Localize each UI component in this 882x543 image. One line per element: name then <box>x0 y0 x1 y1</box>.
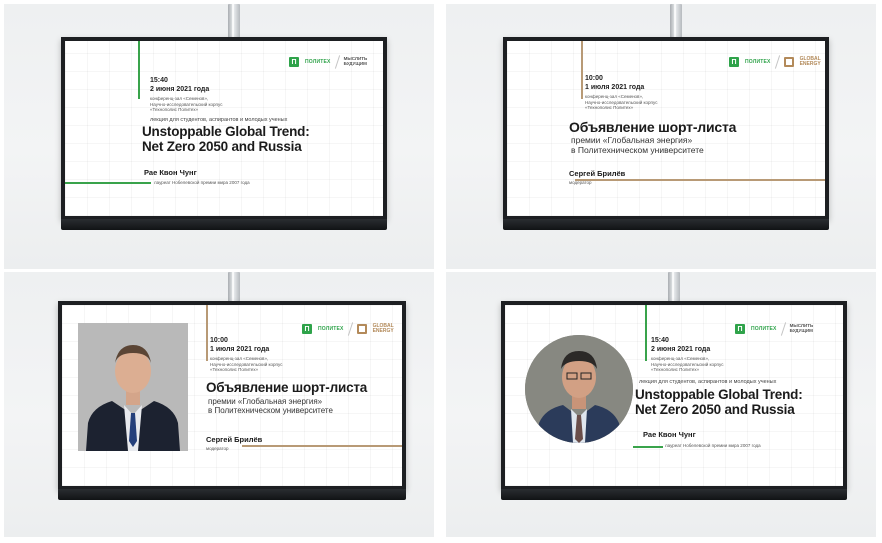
event-time: 10:00 <box>210 337 228 344</box>
title-line: Unstoppable Global Trend: <box>635 387 803 402</box>
speaker-name: Рае Квон Чунг <box>643 430 696 439</box>
event-time: 15:40 <box>651 337 669 344</box>
speaker-role: лауреат Нобелевской премии мира 2007 год… <box>154 180 250 185</box>
speaker-underline <box>575 179 825 181</box>
mount-pole <box>228 272 240 304</box>
event-date: 1 июля 2021 года <box>210 346 270 353</box>
event-time: 15:40 <box>150 77 168 84</box>
speaker-portrait-illustration <box>78 323 188 451</box>
politeh-logo-text: ПОЛИТЕХ <box>745 58 771 65</box>
screen-bottom-bezel <box>503 219 829 230</box>
event-venue: конференц-зал «Семенов», Научно-исследов… <box>651 356 723 373</box>
politeh-logo-text: ПОЛИТЕХ <box>305 58 331 65</box>
speaker-role: лауреат Нобелевской премии мира 2007 год… <box>665 443 761 448</box>
logo-bar: П ПОЛИТЕХ GLOBAL ENERGY <box>729 55 822 69</box>
politeh-logo-text: ПОЛИТЕХ <box>751 325 777 332</box>
accent-line <box>645 305 647 361</box>
politeh-logo-icon: П <box>729 57 739 67</box>
mockup-lecture-screen: П ПОЛИТЕХ МЫСЛИТЬ БУДУЩИМ 15:40 2 июня 2… <box>4 4 434 269</box>
display-screen: П ПОЛИТЕХ МЫСЛИТЬ БУДУЩИМ 15:40 2 июня 2… <box>501 301 847 489</box>
lecture-audience: лекция для студентов, аспирантов и молод… <box>150 117 288 123</box>
subtitle-line: в Политехническом университете <box>208 406 333 416</box>
speaker-name: Сергей Брилёв <box>569 169 626 178</box>
event-date: 2 июня 2021 года <box>150 86 210 93</box>
subtitle-line: премии «Глобальная энергия» <box>208 397 323 406</box>
display-screen: П ПОЛИТЕХ GLOBAL ENERGY 10:00 1 июля 202… <box>58 301 406 489</box>
speaker-photo <box>525 335 633 443</box>
event-time: 10:00 <box>585 75 603 82</box>
accent-line <box>138 41 140 99</box>
logo-divider <box>334 55 340 69</box>
subtitle-line: в Политехническом университете <box>571 144 704 155</box>
event-date: 1 июля 2021 года <box>585 84 645 91</box>
accent-line <box>581 41 583 99</box>
event-date: 2 июня 2021 года <box>651 346 711 353</box>
politeh-logo-text: ПОЛИТЕХ <box>318 325 344 332</box>
logo-bar: П ПОЛИТЕХ МЫСЛИТЬ БУДУЩИМ <box>289 55 378 69</box>
politeh-logo-icon: П <box>289 57 299 67</box>
logo-bar: П ПОЛИТЕХ GLOBAL ENERGY <box>302 322 395 336</box>
venue-line: «Технополис Политех» <box>651 367 700 373</box>
event-subtitle: премии «Глобальная энергия» в Политехнич… <box>208 397 333 415</box>
title-line: Unstoppable Global Trend: <box>142 124 310 139</box>
venue-line: «Технополис Политех» <box>210 367 259 373</box>
speaker-photo <box>78 323 188 451</box>
title-line: Net Zero 2050 and Russia <box>635 401 795 417</box>
speaker-underline <box>65 182 151 184</box>
event-venue: конференц-зал «Семенов», Научно-исследов… <box>210 356 282 373</box>
event-subtitle: премии «Глобальная энергия» в Политехнич… <box>571 135 704 156</box>
display-screen: П ПОЛИТЕХ МЫСЛИТЬ БУДУЩИМ 15:40 2 июня 2… <box>61 37 387 219</box>
mockup-lecture-photo-screen: П ПОЛИТЕХ МЫСЛИТЬ БУДУЩИМ 15:40 2 июня 2… <box>446 272 876 537</box>
lecture-audience: лекция для студентов, аспирантов и молод… <box>639 379 777 385</box>
speaker-name: Рае Квон Чунг <box>144 168 197 177</box>
display-screen: П ПОЛИТЕХ GLOBAL ENERGY 10:00 1 июля 202… <box>503 37 829 219</box>
mockup-shortlist-photo-screen: П ПОЛИТЕХ GLOBAL ENERGY 10:00 1 июля 202… <box>4 272 434 537</box>
lecture-title: Unstoppable Global Trend: Net Zero 2050 … <box>635 387 803 418</box>
logo-divider <box>347 322 353 336</box>
speaker-name: Сергей Брилёв <box>206 435 263 444</box>
venue-line: «Технополис Политех» <box>150 107 199 113</box>
mount-pole <box>670 4 682 38</box>
logo-divider <box>774 55 780 69</box>
logo-bar: П ПОЛИТЕХ МЫСЛИТЬ БУДУЩИМ <box>735 322 824 336</box>
politeh-logo-icon: П <box>735 324 745 334</box>
screen-bottom-bezel <box>501 489 847 500</box>
event-title: Объявление шорт-листа <box>206 380 368 395</box>
venue-line: «Технополис Политех» <box>585 105 634 111</box>
mount-pole <box>668 272 680 304</box>
logo-divider <box>780 322 786 336</box>
mysly-logo-text: МЫСЛИТЬ БУДУЩИМ <box>789 323 814 333</box>
speaker-role: модератор <box>569 180 592 185</box>
speaker-underline <box>242 445 402 447</box>
politeh-logo-icon: П <box>302 324 312 334</box>
event-venue: конференц-зал «Семенов», Научно-исследов… <box>585 94 657 111</box>
mockup-shortlist-screen: П ПОЛИТЕХ GLOBAL ENERGY 10:00 1 июля 202… <box>446 4 876 269</box>
global-energy-logo-icon <box>783 57 794 67</box>
global-energy-logo-text: GLOBAL ENERGY <box>372 322 394 334</box>
mount-pole <box>228 4 240 38</box>
mysly-logo-text: МЫСЛИТЬ БУДУЩИМ <box>343 56 368 66</box>
speaker-portrait-illustration <box>525 335 633 443</box>
speaker-underline <box>633 446 663 448</box>
accent-line <box>206 305 208 361</box>
title-line: Net Zero 2050 and Russia <box>142 138 302 154</box>
event-title: Объявление шорт-листа <box>569 119 737 135</box>
screen-bottom-bezel <box>58 489 406 500</box>
global-energy-logo-text: GLOBAL ENERGY <box>799 55 821 67</box>
lecture-title: Unstoppable Global Trend: Net Zero 2050 … <box>142 124 310 155</box>
event-venue: конференц-зал «Семенов», Научно-исследов… <box>150 96 222 113</box>
speaker-role: модератор <box>206 446 229 451</box>
screen-bottom-bezel <box>61 219 387 230</box>
global-energy-logo-icon <box>356 324 367 334</box>
